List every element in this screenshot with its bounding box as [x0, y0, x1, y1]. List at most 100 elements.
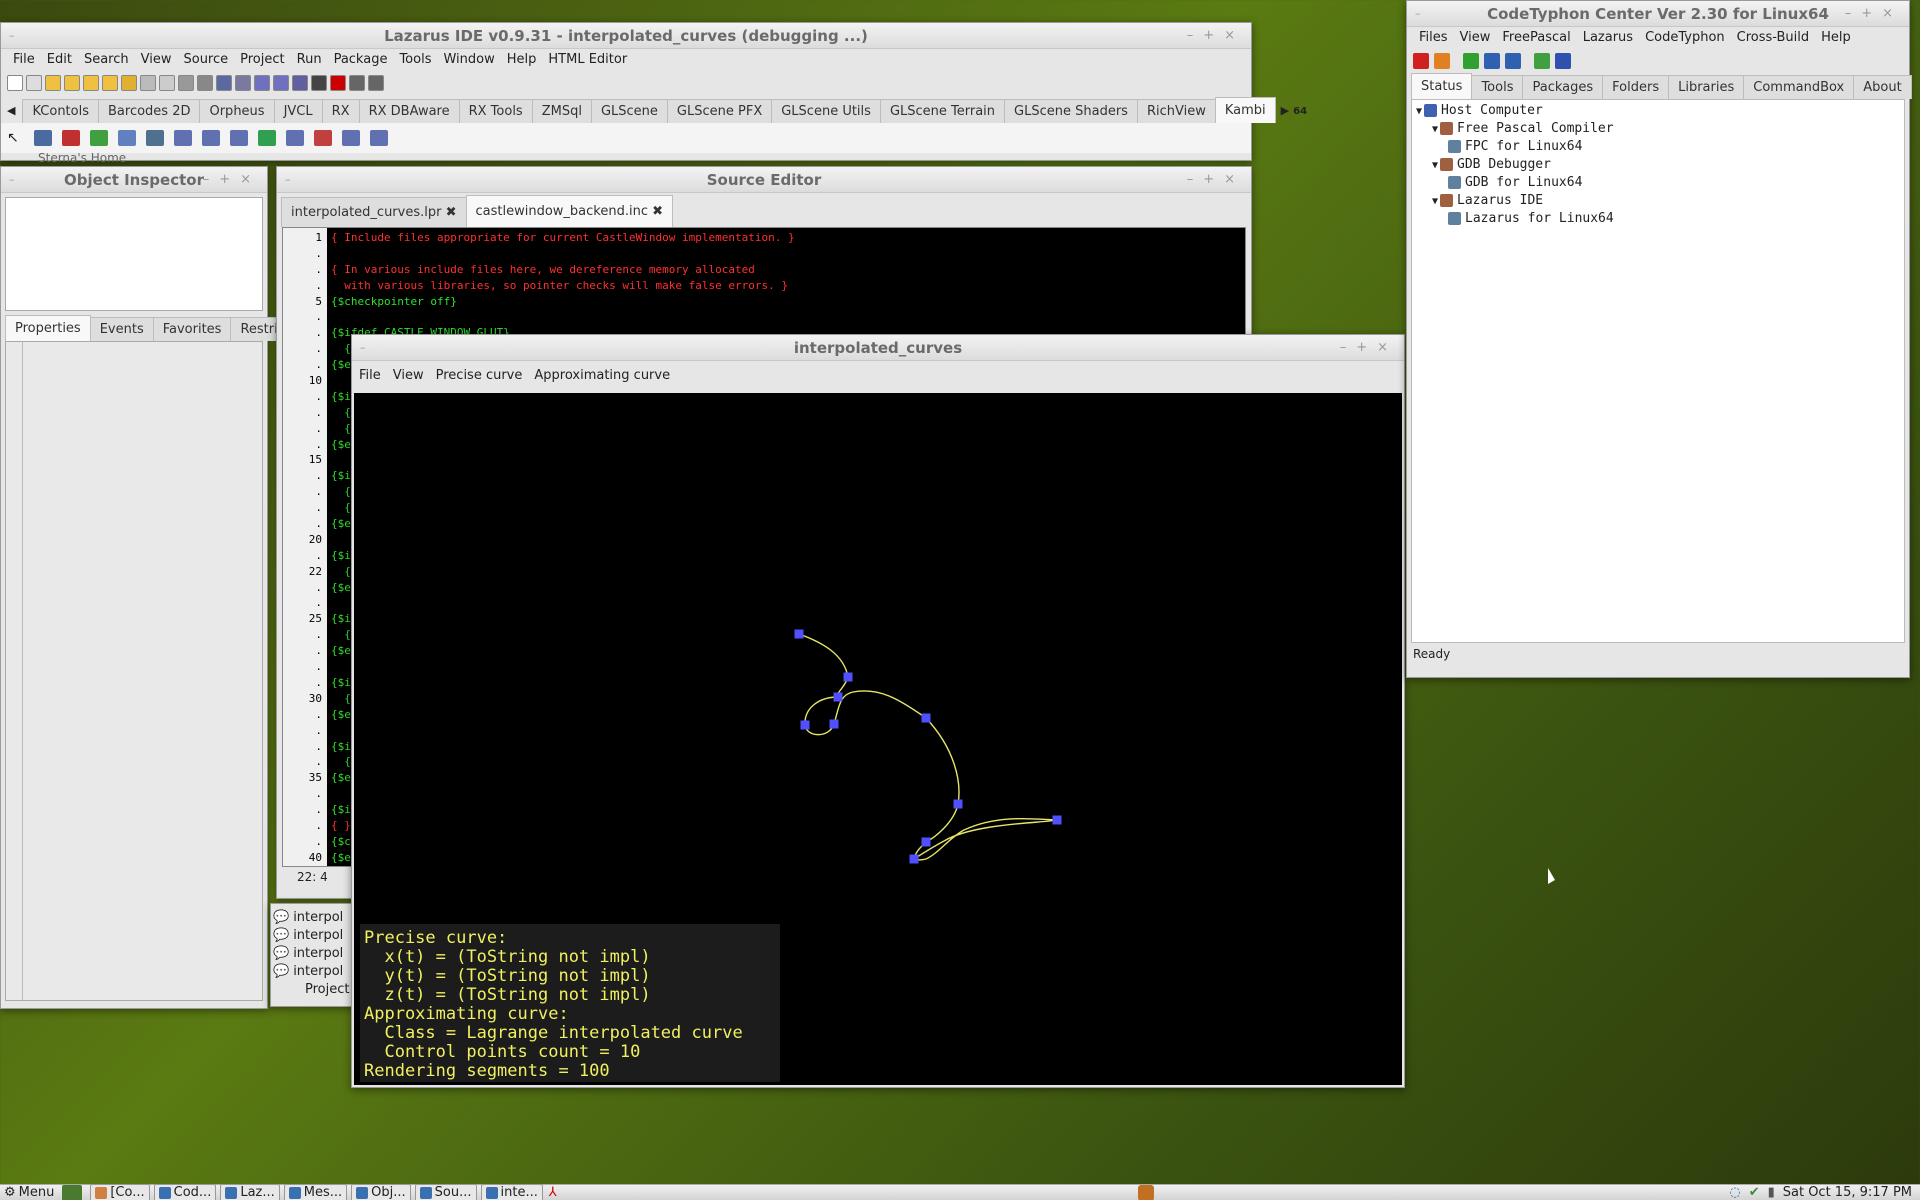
ct-toolbar-icon[interactable] — [1484, 53, 1500, 69]
kambi-component-icon[interactable] — [117, 130, 136, 146]
expand-triangle-icon[interactable]: ▼ — [1432, 196, 1438, 207]
network-swirl-icon[interactable]: ◌ — [1729, 1185, 1740, 1200]
ct-toolbar-icon[interactable] — [1434, 53, 1450, 69]
expand-triangle-icon[interactable]: ▼ — [1432, 160, 1438, 171]
ct-tab-commandbox[interactable]: CommandBox — [1743, 75, 1855, 99]
ct-tab-tools[interactable]: Tools — [1471, 75, 1524, 99]
kambi-component-icon[interactable] — [61, 130, 80, 146]
menu-item-package[interactable]: Package — [328, 49, 394, 71]
control-point[interactable] — [794, 629, 804, 639]
menu-item-search[interactable]: Search — [78, 49, 135, 71]
ct-tab-packages[interactable]: Packages — [1522, 75, 1604, 99]
menu-item-view[interactable]: View — [135, 49, 178, 71]
codetyphon-title-bar[interactable]: – CodeTyphon Center Ver 2.30 for Linux64–… — [1407, 1, 1909, 27]
tab-properties[interactable]: Properties — [5, 315, 91, 341]
ct-tab-status[interactable]: Status — [1411, 73, 1473, 99]
toolbar-button-icon[interactable] — [349, 75, 365, 91]
kambi-component-icon[interactable] — [145, 130, 164, 146]
taskbar-window-button[interactable]: Cod... — [153, 1183, 217, 1200]
ct-menu-files[interactable]: Files — [1413, 27, 1454, 49]
ct-toolbar-icon[interactable] — [1413, 53, 1429, 69]
lazarus-title-bar[interactable]: – Lazarus IDE v0.9.31 - interpolated_curv… — [1, 23, 1251, 49]
pointer-arrow-icon[interactable]: ↖ — [7, 130, 19, 146]
tree-node[interactable]: GDB for Linux64 — [1412, 174, 1904, 192]
control-point[interactable] — [921, 713, 931, 723]
palette-tab-orpheus[interactable]: Orpheus — [199, 99, 275, 123]
toolbar-button-icon[interactable] — [102, 75, 118, 91]
ct-menu-help[interactable]: Help — [1815, 27, 1857, 49]
kambi-component-icon[interactable] — [33, 130, 52, 146]
taskbar-window-button[interactable]: inte... — [480, 1183, 543, 1200]
control-point[interactable] — [833, 692, 843, 702]
show-desktop-icon[interactable] — [62, 1184, 83, 1200]
message-row[interactable]: 💬 interpol — [271, 928, 360, 946]
control-point[interactable] — [1052, 815, 1062, 825]
tree-node[interactable]: Lazarus for Linux64 — [1412, 210, 1904, 228]
palette-tab-richview[interactable]: RichView — [1136, 99, 1216, 123]
tree-node[interactable]: ▼ GDB Debugger — [1412, 156, 1904, 174]
kambi-component-icon[interactable] — [313, 130, 332, 146]
curve-canvas[interactable]: Precise curve: x(t) = (ToString not impl… — [354, 393, 1402, 1085]
signal-bars-icon[interactable]: ▮ — [1768, 1185, 1775, 1200]
palette-tab-jvcl[interactable]: JVCL — [273, 99, 323, 123]
taskbar-window-button[interactable]: Sou... — [414, 1183, 477, 1200]
toolbar-button-icon[interactable] — [64, 75, 80, 91]
control-point[interactable] — [843, 672, 853, 682]
toolbar-button-icon[interactable] — [121, 75, 137, 91]
toolbar-button-icon[interactable] — [292, 75, 308, 91]
menu-item-edit[interactable]: Edit — [41, 49, 78, 71]
toolbar-button-icon[interactable] — [197, 75, 213, 91]
close-tab-icon[interactable]: ✖ — [446, 205, 457, 220]
control-point[interactable] — [800, 720, 810, 730]
menu-item-file[interactable]: File — [7, 49, 41, 71]
window-controls[interactable]: –+× — [1845, 1, 1903, 27]
ct-toolbar-icon[interactable] — [1505, 53, 1521, 69]
taskbar-window-button[interactable]: Obj... — [351, 1183, 411, 1200]
tree-node[interactable]: ▼ Host Computer — [1412, 102, 1904, 120]
palette-tab-barcodes-2d[interactable]: Barcodes 2D — [98, 99, 201, 123]
ct-menu-view[interactable]: View — [1454, 27, 1497, 49]
message-row[interactable]: 💬 interpol — [271, 910, 360, 928]
close-tab-icon[interactable]: ✖ — [652, 204, 663, 219]
host-tree[interactable]: ▼ Host Computer ▼ Free Pascal Compiler FPC f… — [1411, 99, 1905, 643]
palette-tab-glscene-utils[interactable]: GLScene Utils — [771, 99, 881, 123]
palette-left-arrow-icon[interactable]: ◀ — [1, 104, 18, 123]
control-point[interactable] — [953, 799, 963, 809]
curves-title-bar[interactable]: – interpolated_curves –+× — [352, 335, 1404, 361]
kambi-component-icon[interactable] — [341, 130, 360, 146]
kambi-component-icon[interactable] — [89, 130, 108, 146]
curves-menu-approximating-curve[interactable]: Approximating curve — [528, 361, 676, 391]
menu-item-project[interactable]: Project — [234, 49, 290, 71]
palette-tab-glscene-shaders[interactable]: GLScene Shaders — [1004, 99, 1138, 123]
ct-tab-about[interactable]: About — [1853, 75, 1912, 99]
toolbar-button-icon[interactable] — [7, 75, 23, 91]
object-inspector-title-bar[interactable]: – Object Inspector –+× — [1, 167, 267, 193]
property-grid[interactable] — [5, 341, 263, 1001]
menu-item-html-editor[interactable]: HTML Editor — [542, 49, 633, 71]
ct-tab-folders[interactable]: Folders — [1602, 75, 1670, 99]
tab-events[interactable]: Events — [89, 317, 154, 341]
control-point[interactable] — [921, 837, 931, 847]
source-editor-title-bar[interactable]: – Source Editor –+× — [277, 167, 1251, 193]
curves-menu-view[interactable]: View — [387, 361, 430, 391]
palette-tab-rx[interactable]: RX — [321, 99, 360, 123]
toolbar-button-icon[interactable] — [254, 75, 270, 91]
message-row[interactable]: 💬 interpol — [271, 946, 360, 964]
palette-tab-kcontols[interactable]: KContols — [22, 99, 99, 123]
toolbar-button-icon[interactable] — [45, 75, 61, 91]
menu-item-tools[interactable]: Tools — [393, 49, 437, 71]
tray-app-icon[interactable] — [1138, 1184, 1154, 1200]
expand-triangle-icon[interactable]: ▼ — [1416, 106, 1422, 117]
ct-tab-libraries[interactable]: Libraries — [1668, 75, 1745, 99]
tree-node[interactable]: ▼ Lazarus IDE — [1412, 192, 1904, 210]
ct-menu-codetyphon[interactable]: CodeTyphon — [1639, 27, 1731, 49]
window-controls[interactable]: –+× — [1187, 23, 1245, 49]
toolbar-button-icon[interactable] — [83, 75, 99, 91]
toolbar-button-icon[interactable] — [26, 75, 42, 91]
clock[interactable]: Sat Oct 15, 9:17 PM — [1783, 1185, 1912, 1200]
palette-tab-glscene-pfx[interactable]: GLScene PFX — [666, 99, 773, 123]
palette-tab-glscene[interactable]: GLScene — [590, 99, 668, 123]
start-menu-button[interactable]: ⚙ Menu — [0, 1184, 58, 1200]
ct-menu-freepascal[interactable]: FreePascal — [1496, 27, 1576, 49]
taskbar-window-button[interactable]: Laz... — [220, 1183, 280, 1200]
